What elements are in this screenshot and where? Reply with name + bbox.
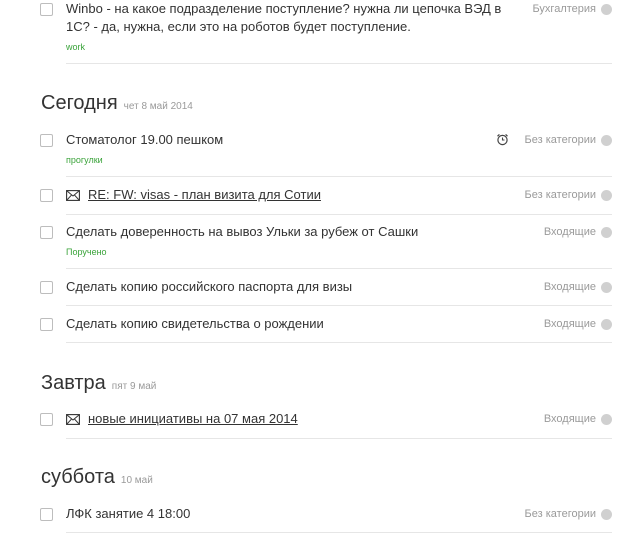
task-category[interactable]: Входящие <box>544 225 596 239</box>
task-checkbox[interactable] <box>40 134 53 147</box>
task-list-page: Winbo - на какое подразделение поступлен… <box>0 0 627 547</box>
row-divider <box>66 176 612 177</box>
category-dot <box>601 509 612 520</box>
task-category[interactable]: Бухгалтерия <box>532 2 596 16</box>
task-checkbox[interactable] <box>40 508 53 521</box>
task-title[interactable]: Сделать копию свидетельства о рождении <box>66 315 324 333</box>
task-title[interactable]: Сделать доверенность на вывоз Ульки за р… <box>66 223 418 241</box>
task-item[interactable]: Сделать доверенность на вывоз Ульки за р… <box>40 223 612 269</box>
task-item[interactable]: Стоматолог 19.00 пешком прогулки Без кат… <box>40 131 612 177</box>
task-title[interactable]: Стоматолог 19.00 пешком <box>66 131 223 149</box>
section-header-tomorrow: Завтра пят 9 май <box>41 372 156 395</box>
row-divider <box>66 532 612 533</box>
category-dot <box>601 319 612 330</box>
task-title-link[interactable]: RE: FW: visas - план визита для Сотии <box>88 186 321 204</box>
row-divider <box>66 342 612 343</box>
task-tag[interactable]: work <box>66 42 85 52</box>
task-category[interactable]: Без категории <box>525 133 596 147</box>
mail-icon <box>66 190 80 201</box>
task-checkbox[interactable] <box>40 3 53 16</box>
task-item[interactable]: Сделать копию российского паспорта для в… <box>40 278 612 306</box>
task-item[interactable]: Winbo - на какое подразделение поступлен… <box>40 0 612 64</box>
row-divider <box>66 63 612 64</box>
task-item[interactable]: Сделать копию свидетельства о рождении В… <box>40 315 612 343</box>
task-item[interactable]: ЛФК занятие 4 18:00 Без категории <box>40 505 612 533</box>
category-dot <box>601 4 612 15</box>
section-title: Сегодня <box>41 92 118 114</box>
section-title: Завтра <box>41 372 106 394</box>
task-tag[interactable]: Поручено <box>66 247 107 257</box>
row-divider <box>66 268 612 269</box>
category-dot <box>601 414 612 425</box>
section-header-saturday: суббота 10 май <box>41 466 153 489</box>
task-category[interactable]: Входящие <box>544 317 596 331</box>
row-divider <box>66 438 612 439</box>
task-item[interactable]: новые инициативы на 07 мая 2014 Входящие <box>40 410 612 439</box>
category-dot <box>601 190 612 201</box>
task-category[interactable]: Без категории <box>525 507 596 521</box>
task-checkbox[interactable] <box>40 281 53 294</box>
section-date: 10 май <box>120 475 153 486</box>
mail-icon <box>66 414 80 425</box>
row-divider <box>66 214 612 215</box>
alarm-icon[interactable] <box>496 133 509 146</box>
section-date: чет 8 май 2014 <box>123 101 193 112</box>
section-header-today: Сегодня чет 8 май 2014 <box>41 92 193 115</box>
task-checkbox[interactable] <box>40 318 53 331</box>
task-item[interactable]: RE: FW: visas - план визита для Сотии Бе… <box>40 186 612 215</box>
task-checkbox[interactable] <box>40 226 53 239</box>
task-category[interactable]: Без категории <box>525 188 596 202</box>
task-category[interactable]: Входящие <box>544 280 596 294</box>
category-dot <box>601 135 612 146</box>
task-checkbox[interactable] <box>40 413 53 426</box>
task-category[interactable]: Входящие <box>544 412 596 426</box>
section-date: пят 9 май <box>111 381 157 392</box>
task-checkbox[interactable] <box>40 189 53 202</box>
category-dot <box>601 282 612 293</box>
task-title[interactable]: Winbo - на какое подразделение поступлен… <box>66 0 506 36</box>
task-tag[interactable]: прогулки <box>66 155 103 165</box>
task-title-link[interactable]: новые инициативы на 07 мая 2014 <box>88 410 298 428</box>
row-divider <box>66 305 612 306</box>
section-title: суббота <box>41 466 115 488</box>
task-title[interactable]: Сделать копию российского паспорта для в… <box>66 278 352 296</box>
category-dot <box>601 227 612 238</box>
task-title[interactable]: ЛФК занятие 4 18:00 <box>66 505 190 523</box>
